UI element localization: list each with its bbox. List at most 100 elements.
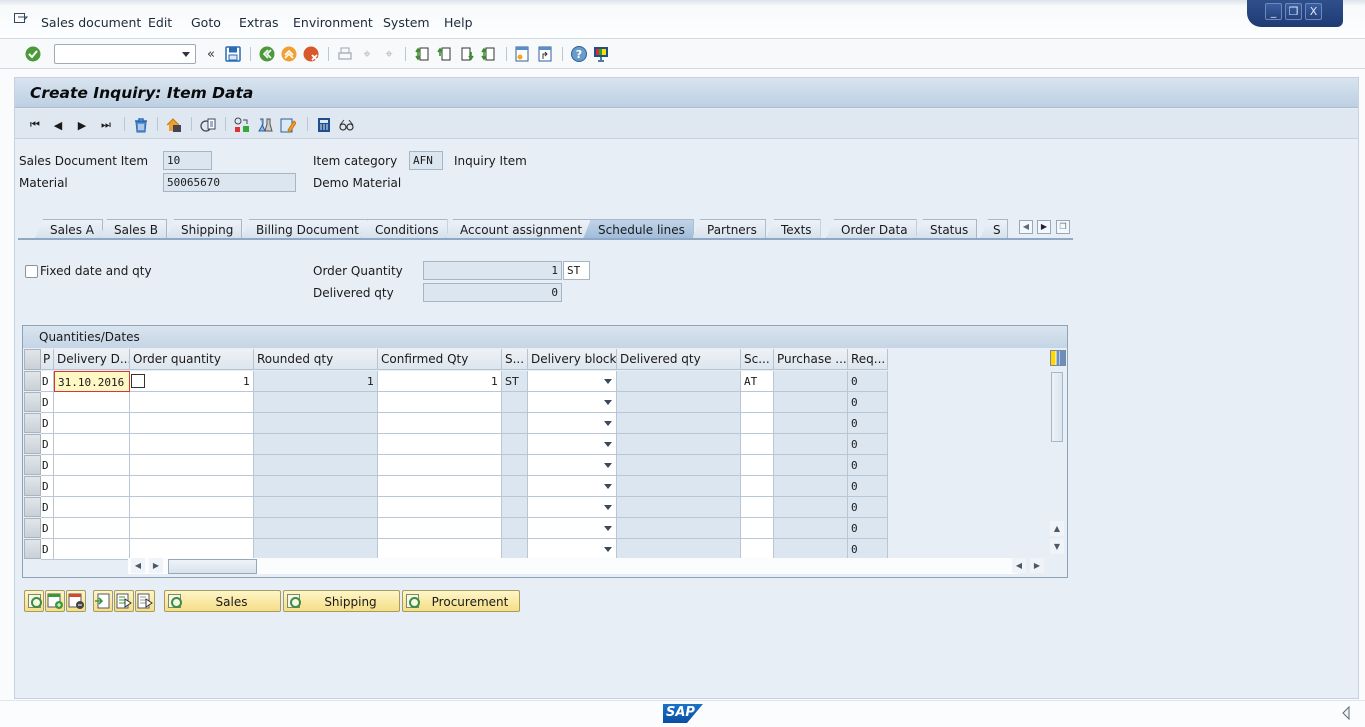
row-selector[interactable] bbox=[24, 455, 41, 475]
scroll-right-icon[interactable]: ▶ bbox=[149, 558, 163, 573]
menu-edit[interactable]: Edit bbox=[148, 15, 172, 30]
chevron-down-icon[interactable] bbox=[604, 463, 612, 468]
system-menu-icon[interactable] bbox=[14, 13, 28, 24]
tab-billing-document[interactable]: Billing Document bbox=[241, 219, 368, 239]
table-cell-delivery-date[interactable] bbox=[54, 476, 130, 497]
row-selector[interactable] bbox=[24, 413, 41, 433]
header-icon[interactable] bbox=[166, 117, 182, 133]
tab-conditions[interactable]: Conditions bbox=[360, 219, 448, 239]
menu-extras[interactable]: Extras bbox=[239, 15, 279, 30]
chevron-down-icon[interactable] bbox=[604, 421, 612, 426]
procurement-button[interactable]: Procurement bbox=[402, 590, 520, 612]
next-item-icon[interactable]: ▶ bbox=[74, 117, 90, 133]
column-header-delivered-qty[interactable]: Delivered qty bbox=[617, 349, 741, 370]
table-cell-confirmed-qty[interactable] bbox=[378, 413, 502, 434]
table-cell-schedule-line-cat[interactable] bbox=[741, 518, 774, 539]
delete-row-button[interactable] bbox=[66, 590, 86, 612]
find-next-icon[interactable]: ⌖ bbox=[381, 46, 397, 62]
tab-sales-b[interactable]: Sales B bbox=[99, 219, 167, 239]
tab-account-assignment[interactable]: Account assignment bbox=[445, 219, 592, 239]
table-cell-delivery-date[interactable] bbox=[54, 434, 130, 455]
column-header-p[interactable]: P bbox=[41, 349, 54, 370]
back-icon[interactable] bbox=[259, 46, 275, 62]
order-quantity-unit-field[interactable]: ST bbox=[563, 261, 590, 280]
table-cell-order-quantity[interactable] bbox=[130, 497, 254, 518]
close-icon[interactable]: X bbox=[1305, 3, 1322, 20]
scroll-left-end-icon[interactable]: ◀ bbox=[1012, 558, 1026, 573]
collapse-icon[interactable]: « bbox=[203, 46, 219, 62]
column-header-sales-unit[interactable]: S... bbox=[502, 349, 528, 370]
select-all-rows-button[interactable] bbox=[114, 590, 134, 612]
row-selector[interactable] bbox=[24, 392, 41, 412]
column-header-schedule-line-cat[interactable]: Sc... bbox=[741, 349, 774, 370]
order-quantity-field[interactable]: 1 bbox=[423, 261, 562, 280]
next-page-icon[interactable] bbox=[459, 46, 475, 62]
row-selector[interactable] bbox=[24, 371, 41, 391]
previous-item-icon[interactable]: ◀ bbox=[50, 117, 66, 133]
table-cell-order-quantity[interactable] bbox=[130, 518, 254, 539]
vertical-scrollbar-thumb[interactable] bbox=[1051, 372, 1063, 442]
help-icon[interactable]: ? bbox=[571, 46, 587, 62]
fixed-date-checkbox[interactable] bbox=[25, 265, 38, 278]
delivered-qty-field[interactable]: 0 bbox=[423, 283, 562, 302]
table-cell-confirmed-qty[interactable] bbox=[378, 392, 502, 413]
table-cell-delivery-date[interactable] bbox=[54, 539, 130, 560]
table-cell-confirmed-qty[interactable] bbox=[378, 434, 502, 455]
table-settings-icon[interactable] bbox=[1050, 350, 1066, 366]
horizontal-scrollbar-thumb[interactable] bbox=[168, 559, 257, 574]
table-cell-delivery-block[interactable] bbox=[528, 455, 617, 476]
material-field[interactable]: 50065670 bbox=[163, 173, 296, 192]
calculator-icon[interactable] bbox=[316, 117, 332, 133]
customize-layout-icon[interactable] bbox=[593, 46, 609, 62]
column-header-confirmed-qty[interactable]: Confirmed Qty bbox=[378, 349, 502, 370]
details-button[interactable] bbox=[24, 590, 44, 612]
status-icon[interactable] bbox=[234, 117, 250, 133]
scroll-right-end-icon[interactable]: ▶ bbox=[1030, 558, 1044, 573]
select-block-button[interactable] bbox=[93, 590, 113, 612]
chevron-down-icon[interactable] bbox=[604, 526, 612, 531]
column-header-delivery-block[interactable]: Delivery block bbox=[528, 349, 617, 370]
table-cell-schedule-line-cat[interactable] bbox=[741, 434, 774, 455]
table-cell-delivery-block[interactable] bbox=[528, 392, 617, 413]
menu-help[interactable]: Help bbox=[444, 15, 473, 30]
select-all-button[interactable] bbox=[24, 349, 41, 370]
command-field[interactable] bbox=[54, 44, 196, 64]
table-cell-delivery-block[interactable] bbox=[528, 434, 617, 455]
row-selector[interactable] bbox=[24, 539, 41, 559]
last-page-icon[interactable] bbox=[481, 46, 497, 62]
table-cell-order-quantity[interactable] bbox=[130, 455, 254, 476]
value-help-icon[interactable] bbox=[131, 374, 145, 388]
column-header-req-qty[interactable]: Req... bbox=[848, 349, 888, 370]
shortcut-icon[interactable] bbox=[537, 46, 553, 62]
table-cell-confirmed-qty[interactable] bbox=[378, 518, 502, 539]
column-header-order-quantity[interactable]: Order quantity bbox=[130, 349, 254, 370]
menu-goto[interactable]: Goto bbox=[191, 15, 221, 30]
minimize-icon[interactable]: _ bbox=[1265, 3, 1282, 20]
table-cell-schedule-line-cat[interactable]: AT bbox=[741, 371, 774, 392]
create-session-icon[interactable] bbox=[514, 46, 530, 62]
table-cell-order-quantity[interactable] bbox=[130, 392, 254, 413]
table-cell-order-quantity[interactable] bbox=[130, 434, 254, 455]
tab-shipping[interactable]: Shipping bbox=[166, 219, 243, 239]
table-cell-confirmed-qty[interactable]: 1 bbox=[378, 371, 502, 392]
sales-document-item-field[interactable]: 10 bbox=[163, 151, 212, 170]
delete-icon[interactable] bbox=[133, 117, 149, 133]
configuration-icon[interactable] bbox=[257, 117, 273, 133]
chevron-down-icon[interactable] bbox=[604, 547, 612, 552]
save-icon[interactable] bbox=[225, 46, 241, 62]
row-selector[interactable] bbox=[24, 476, 41, 496]
table-cell-delivery-date[interactable] bbox=[54, 455, 130, 476]
item-category-field[interactable]: AFN bbox=[409, 151, 443, 170]
row-selector[interactable] bbox=[24, 518, 41, 538]
edit-icon[interactable] bbox=[280, 117, 296, 133]
scroll-up-icon[interactable]: ▲ bbox=[1050, 521, 1064, 536]
table-cell-confirmed-qty[interactable] bbox=[378, 539, 502, 560]
horizontal-scrollbar-track[interactable] bbox=[128, 558, 1018, 574]
tab-schedule-lines[interactable]: Schedule lines bbox=[583, 219, 694, 239]
first-page-icon[interactable] bbox=[415, 46, 431, 62]
tab-list-icon[interactable]: ❐ bbox=[1056, 220, 1070, 234]
table-cell-confirmed-qty[interactable] bbox=[378, 455, 502, 476]
previous-page-icon[interactable] bbox=[437, 46, 453, 62]
column-header-delivery-date[interactable]: Delivery D... bbox=[54, 349, 130, 370]
tab-order-data[interactable]: Order Data bbox=[826, 219, 917, 239]
